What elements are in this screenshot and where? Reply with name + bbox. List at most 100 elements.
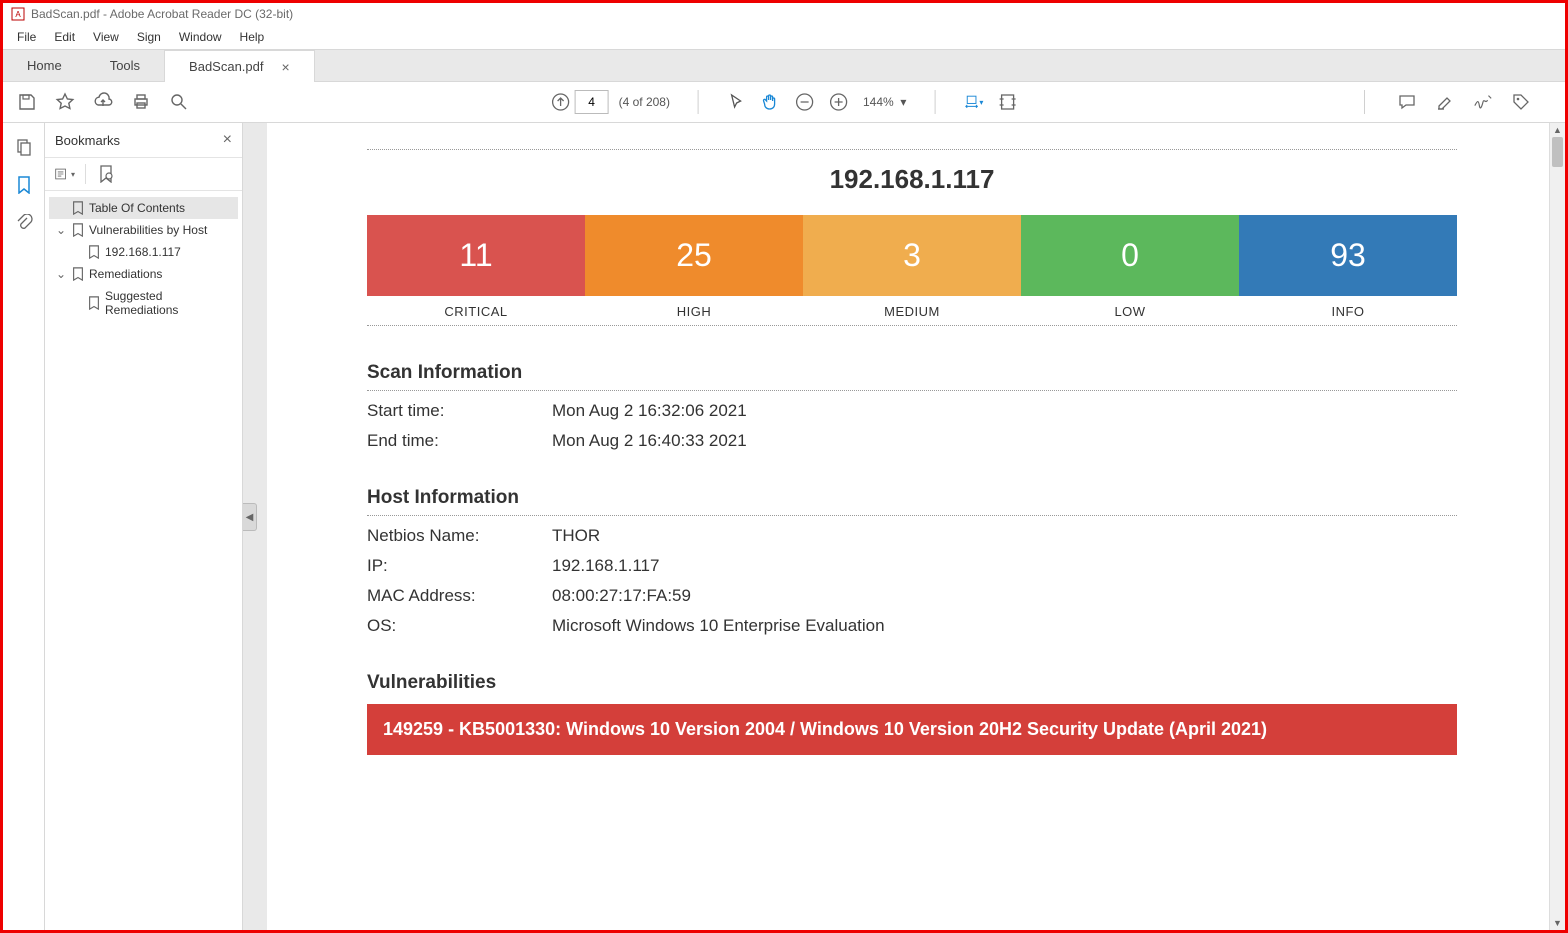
- netbios-label: Netbios Name:: [367, 526, 552, 546]
- scroll-down-icon[interactable]: ▼: [1550, 916, 1565, 930]
- tag-icon[interactable]: [1511, 92, 1531, 112]
- bookmark-icon: [87, 245, 101, 259]
- bookmark-vulns-by-host[interactable]: ⌄ Vulnerabilities by Host: [49, 219, 238, 241]
- vulnerability-item: 149259 - KB5001330: Windows 10 Version 2…: [367, 704, 1457, 755]
- print-icon[interactable]: [131, 92, 151, 112]
- host-info-heading: Host Information: [367, 487, 1457, 509]
- severity-high-label: HIGH: [585, 304, 803, 319]
- ip-label: IP:: [367, 556, 552, 576]
- left-rail: [3, 123, 45, 930]
- hand-pan-icon[interactable]: [761, 92, 781, 112]
- bookmarks-title: Bookmarks: [55, 133, 120, 148]
- page-count: (4 of 208): [619, 95, 670, 109]
- severity-low-label: LOW: [1021, 304, 1239, 319]
- tab-document[interactable]: BadScan.pdf ×: [164, 50, 315, 82]
- os-label: OS:: [367, 616, 552, 636]
- severity-info-count: 93: [1239, 215, 1457, 296]
- menu-window[interactable]: Window: [171, 27, 230, 47]
- find-bookmark-icon[interactable]: [96, 164, 116, 184]
- bookmark-label: Suggested Remediations: [105, 289, 215, 317]
- bookmark-label: Table Of Contents: [89, 201, 185, 215]
- severity-bar: 11 25 3 0 93: [367, 215, 1457, 296]
- bookmark-label: 192.168.1.117: [105, 245, 181, 259]
- menubar: File Edit View Sign Window Help: [3, 25, 1565, 50]
- bookmark-label: Vulnerabilities by Host: [89, 223, 207, 237]
- end-time-value: Mon Aug 2 16:40:33 2021: [552, 431, 747, 451]
- bookmarks-pane: Bookmarks × ▾ Table Of Contents ⌄ Vulner…: [45, 123, 243, 930]
- selection-cursor-icon[interactable]: [727, 92, 747, 112]
- zoom-level[interactable]: 144% ▾: [863, 95, 906, 109]
- bookmark-toc[interactable]: Table Of Contents: [49, 197, 238, 219]
- bookmark-icon: [71, 201, 85, 215]
- collapse-pane-icon[interactable]: ◀: [243, 503, 257, 531]
- bookmark-options-icon[interactable]: ▾: [55, 164, 75, 184]
- search-icon[interactable]: [169, 92, 189, 112]
- vertical-scrollbar[interactable]: ▲ ▼: [1549, 123, 1565, 930]
- thumbnails-icon[interactable]: [14, 137, 34, 157]
- bookmarks-icon[interactable]: [14, 175, 34, 195]
- page-display-icon[interactable]: [997, 92, 1017, 112]
- bookmark-host-ip[interactable]: 192.168.1.117: [49, 241, 238, 263]
- report-host-title: 192.168.1.117: [367, 164, 1457, 195]
- comment-icon[interactable]: [1397, 92, 1417, 112]
- bookmark-icon: [71, 267, 85, 281]
- document-area[interactable]: ◀ 192.168.1.117 11 25 3 0 93 CRITICAL HI…: [243, 123, 1565, 930]
- tab-strip: Home Tools BadScan.pdf ×: [3, 50, 1565, 82]
- highlight-icon[interactable]: [1435, 92, 1455, 112]
- pdf-file-icon: A: [11, 7, 25, 21]
- severity-labels: CRITICAL HIGH MEDIUM LOW INFO: [367, 304, 1457, 319]
- menu-view[interactable]: View: [85, 27, 127, 47]
- os-value: Microsoft Windows 10 Enterprise Evaluati…: [552, 616, 885, 636]
- scrollbar-thumb[interactable]: [1552, 137, 1563, 167]
- bookmark-label: Remediations: [89, 267, 162, 281]
- tab-document-label: BadScan.pdf: [189, 59, 263, 74]
- severity-info-label: INFO: [1239, 304, 1457, 319]
- ip-value: 192.168.1.117: [552, 556, 659, 576]
- vulnerabilities-heading: Vulnerabilities: [367, 672, 1457, 694]
- severity-medium-count: 3: [803, 215, 1021, 296]
- chevron-down-icon[interactable]: ⌄: [55, 267, 67, 281]
- end-time-label: End time:: [367, 431, 552, 451]
- page-up-icon[interactable]: [551, 92, 571, 112]
- menu-edit[interactable]: Edit: [46, 27, 83, 47]
- bookmark-icon: [87, 296, 101, 310]
- toolbar-sep-2: [934, 90, 935, 114]
- main-toolbar: (4 of 208) 144% ▾ ▾: [3, 82, 1565, 123]
- menu-help[interactable]: Help: [232, 27, 273, 47]
- page-number-input[interactable]: [575, 90, 609, 114]
- fit-width-icon[interactable]: ▾: [963, 92, 983, 112]
- mac-label: MAC Address:: [367, 586, 552, 606]
- bookmark-tree: Table Of Contents ⌄ Vulnerabilities by H…: [45, 191, 242, 327]
- cloud-upload-icon[interactable]: [93, 92, 113, 112]
- scroll-up-icon[interactable]: ▲: [1550, 123, 1565, 137]
- bookmark-remediations[interactable]: ⌄ Remediations: [49, 263, 238, 285]
- start-time-value: Mon Aug 2 16:32:06 2021: [552, 401, 747, 421]
- save-icon[interactable]: [17, 92, 37, 112]
- severity-low-count: 0: [1021, 215, 1239, 296]
- bookmark-suggested-remediations[interactable]: Suggested Remediations: [49, 285, 238, 321]
- svg-text:A: A: [15, 10, 21, 19]
- close-tab-icon[interactable]: ×: [282, 60, 290, 74]
- tab-tools[interactable]: Tools: [86, 50, 164, 81]
- sign-icon[interactable]: [1473, 92, 1493, 112]
- scan-info-heading: Scan Information: [367, 362, 1457, 384]
- chevron-down-icon[interactable]: ⌄: [55, 223, 67, 237]
- zoom-in-icon[interactable]: [829, 92, 849, 112]
- netbios-value: THOR: [552, 526, 600, 546]
- severity-critical-count: 11: [367, 215, 585, 296]
- severity-critical-label: CRITICAL: [367, 304, 585, 319]
- pdf-page: 192.168.1.117 11 25 3 0 93 CRITICAL HIGH…: [267, 123, 1557, 930]
- attachments-icon[interactable]: [14, 213, 34, 233]
- toolbar-sep-3: [1364, 90, 1365, 114]
- tab-home[interactable]: Home: [3, 50, 86, 81]
- start-time-label: Start time:: [367, 401, 552, 421]
- star-icon[interactable]: [55, 92, 75, 112]
- menu-sign[interactable]: Sign: [129, 27, 169, 47]
- window-title: BadScan.pdf - Adobe Acrobat Reader DC (3…: [31, 7, 293, 21]
- bookmark-icon: [71, 223, 85, 237]
- severity-medium-label: MEDIUM: [803, 304, 1021, 319]
- window-titlebar: A BadScan.pdf - Adobe Acrobat Reader DC …: [3, 3, 1565, 25]
- close-pane-icon[interactable]: ×: [223, 131, 232, 149]
- menu-file[interactable]: File: [9, 27, 44, 47]
- zoom-out-icon[interactable]: [795, 92, 815, 112]
